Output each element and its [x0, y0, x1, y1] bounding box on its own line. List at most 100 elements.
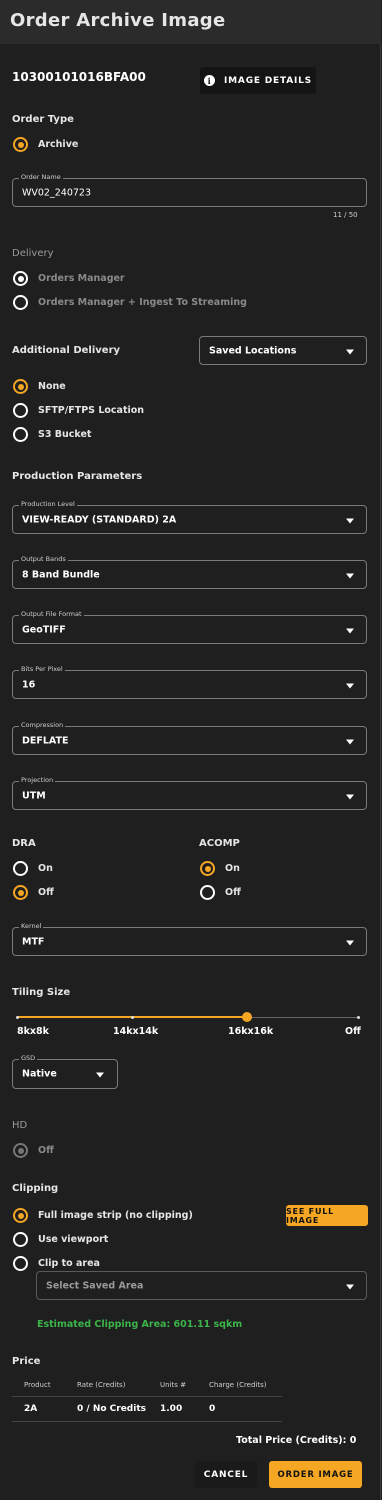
- delivery-orders-manager-streaming-radio[interactable]: Orders Manager + Ingest To Streaming: [13, 295, 247, 310]
- clipping-clip-to-area-radio[interactable]: Clip to area: [13, 1256, 100, 1271]
- radio-label: Off: [225, 887, 241, 898]
- field-value: MTF: [22, 936, 45, 947]
- radio-selected-icon: [13, 379, 28, 394]
- image-details-label: IMAGE DETAILS: [224, 75, 312, 86]
- additional-delivery-none-radio[interactable]: None: [13, 379, 66, 394]
- chevron-down-icon: [346, 518, 354, 523]
- slider-tick: [357, 1016, 360, 1019]
- chevron-down-icon: [346, 739, 354, 744]
- total-price: Total Price (Credits): 0: [236, 1435, 357, 1446]
- radio-label: On: [225, 863, 240, 874]
- radio-label: SFTP/FTPS Location: [38, 405, 145, 416]
- radio-unselected-icon: [13, 861, 28, 876]
- bits-per-pixel-select[interactable]: Bits Per Pixel 16: [12, 665, 367, 699]
- image-details-button[interactable]: i IMAGE DETAILS: [200, 67, 316, 94]
- chevron-down-icon: [346, 794, 354, 799]
- delivery-orders-manager-radio[interactable]: Orders Manager: [13, 271, 125, 286]
- field-label: Bits Per Pixel: [19, 665, 65, 673]
- radio-label: On: [38, 863, 53, 874]
- radio-label: Orders Manager: [38, 273, 125, 284]
- order-type-archive-radio[interactable]: Archive: [13, 137, 78, 152]
- field-label: GSD: [19, 1054, 38, 1062]
- saved-locations-value: Saved Locations: [209, 345, 297, 356]
- chevron-down-icon: [346, 683, 354, 688]
- additional-delivery-label: Additional Delivery: [12, 345, 121, 356]
- radio-unselected-icon: [13, 295, 28, 310]
- production-level-select[interactable]: Production Level VIEW-READY (STANDARD) 2…: [12, 500, 367, 534]
- clipping-full-strip-radio[interactable]: Full image strip (no clipping): [13, 1208, 193, 1223]
- dra-label: DRA: [12, 838, 36, 849]
- order-name-field[interactable]: Order Name WV02_240723: [12, 173, 367, 207]
- field-value: VIEW-READY (STANDARD) 2A: [22, 514, 177, 525]
- clipping-label: Clipping: [12, 1183, 59, 1194]
- radio-label: S3 Bucket: [38, 429, 92, 440]
- chevron-down-icon: [96, 1072, 104, 1078]
- field-value: 16: [22, 679, 36, 690]
- tiling-tick-label: 16kx16k: [228, 1026, 274, 1037]
- hd-label: HD: [12, 1120, 28, 1131]
- compression-select[interactable]: Compression DEFLATE: [12, 721, 367, 755]
- field-value: GeoTIFF: [22, 624, 66, 635]
- additional-delivery-s3-radio[interactable]: S3 Bucket: [13, 427, 91, 442]
- field-label: Output Bands: [19, 555, 68, 563]
- order-image-button[interactable]: ORDER IMAGE: [269, 1461, 362, 1488]
- radio-unselected-icon: [13, 427, 28, 442]
- output-file-format-select[interactable]: Output File Format GeoTIFF: [12, 610, 367, 644]
- order-name-value: WV02_240723: [22, 187, 91, 198]
- clipping-use-viewport-radio[interactable]: Use viewport: [13, 1232, 108, 1247]
- field-label: Projection: [19, 776, 56, 784]
- production-parameters-label: Production Parameters: [12, 471, 143, 482]
- field-label: Compression: [19, 721, 66, 729]
- acomp-on-radio[interactable]: On: [200, 861, 240, 876]
- dra-on-radio[interactable]: On: [13, 861, 53, 876]
- chevron-down-icon: [346, 573, 354, 578]
- tiling-tick-label: 14kx14k: [113, 1026, 159, 1037]
- radio-label: Archive: [38, 139, 79, 150]
- slider-thumb[interactable]: [242, 1012, 252, 1022]
- price-header-product: Product: [24, 1381, 51, 1389]
- panel-title: Order Archive Image: [10, 10, 226, 31]
- radio-label: Use viewport: [38, 1234, 109, 1245]
- projection-select[interactable]: Projection UTM: [12, 776, 367, 810]
- tiling-size-label: Tiling Size: [12, 987, 71, 998]
- slider-tick: [16, 1016, 19, 1019]
- price-header-charge: Charge (Credits): [209, 1381, 267, 1389]
- select-saved-area-select[interactable]: Select Saved Area: [36, 1271, 367, 1300]
- price-header-rate: Rate (Credits): [77, 1381, 126, 1389]
- price-cell-charge: 0: [209, 1404, 216, 1414]
- price-cell-rate: 0 / No Credits: [77, 1404, 146, 1414]
- chevron-down-icon: [346, 349, 354, 354]
- field-value: 8 Band Bundle: [22, 569, 100, 580]
- see-full-image-button[interactable]: SEE FULL IMAGE: [286, 1205, 368, 1226]
- radio-label: Off: [38, 1145, 54, 1156]
- radio-unselected-icon: [200, 885, 215, 900]
- tiling-tick-label: 8kx8k: [17, 1026, 49, 1037]
- select-saved-area-placeholder: Select Saved Area: [46, 1280, 144, 1291]
- price-header-units: Units #: [160, 1381, 186, 1389]
- dra-off-radio[interactable]: Off: [13, 885, 54, 900]
- price-cell-units: 1.00: [160, 1404, 183, 1414]
- acomp-off-radio[interactable]: Off: [200, 885, 241, 900]
- order-name-field-label: Order Name: [19, 173, 63, 181]
- radio-label: Clip to area: [38, 1258, 100, 1269]
- saved-locations-select[interactable]: Saved Locations: [199, 336, 367, 365]
- field-label: Kernel: [19, 922, 44, 930]
- acomp-label: ACOMP: [199, 838, 240, 849]
- radio-label: None: [38, 381, 66, 392]
- cancel-button[interactable]: CANCEL: [195, 1461, 257, 1488]
- additional-delivery-sftp-radio[interactable]: SFTP/FTPS Location: [13, 403, 144, 418]
- info-icon: i: [204, 75, 216, 86]
- output-bands-select[interactable]: Output Bands 8 Band Bundle: [12, 555, 367, 589]
- kernel-select[interactable]: Kernel MTF: [12, 922, 367, 956]
- order-archive-panel: Order Archive Image 10300101016BFA00 i I…: [0, 0, 381, 1500]
- radio-disabled-icon: [13, 1143, 28, 1158]
- chevron-down-icon: [346, 1284, 354, 1289]
- radio-unselected-icon: [13, 1232, 28, 1247]
- gsd-select[interactable]: GSD Native: [12, 1054, 118, 1089]
- table-divider: [12, 1421, 282, 1422]
- order-name-counter: 11 / 50: [333, 211, 358, 219]
- panel-header: Order Archive Image: [0, 0, 381, 44]
- radio-selected-icon: [13, 885, 28, 900]
- table-divider: [12, 1396, 282, 1397]
- radio-unselected-icon: [13, 1256, 28, 1271]
